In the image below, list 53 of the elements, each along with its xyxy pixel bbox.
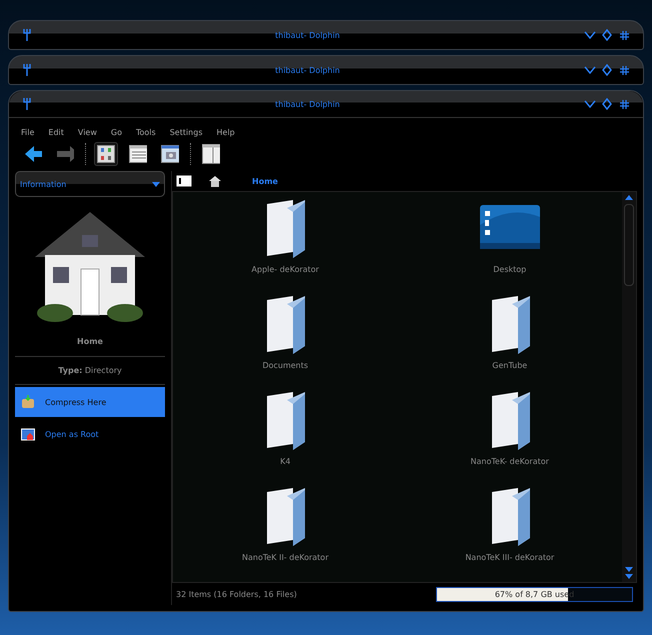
minimize-icon[interactable] bbox=[584, 31, 596, 39]
action-item[interactable]: Compress Here bbox=[15, 387, 165, 417]
file-name[interactable]: Desktop bbox=[493, 265, 526, 274]
file-name[interactable]: NanoTeK II- deKorator bbox=[242, 553, 328, 562]
menu-item[interactable]: Go bbox=[110, 128, 122, 137]
maximize-icon[interactable] bbox=[602, 98, 612, 110]
file-name[interactable]: Apple- deKorator bbox=[252, 265, 319, 274]
desktop-icon bbox=[480, 205, 540, 251]
file-name[interactable]: NanoTeK- deKorator bbox=[470, 457, 549, 466]
close-icon[interactable] bbox=[620, 30, 629, 40]
trident-icon[interactable] bbox=[23, 97, 31, 111]
minimize-icon[interactable] bbox=[584, 100, 596, 108]
scroll-down-icon[interactable] bbox=[625, 567, 633, 579]
item-name: Home bbox=[76, 336, 104, 348]
trident-icon[interactable] bbox=[23, 28, 31, 42]
window-titlebar[interactable]: thibaut- Dolphin bbox=[8, 20, 644, 50]
window-title: thibaut- Dolphin bbox=[274, 66, 341, 74]
menu-item[interactable]: Tools bbox=[136, 128, 156, 137]
trident-icon[interactable] bbox=[23, 63, 31, 77]
scroll-thumb[interactable] bbox=[624, 204, 634, 286]
type-info: Type: Directory bbox=[15, 356, 165, 385]
window-titlebar[interactable]: thibaut- Dolphin bbox=[8, 55, 644, 85]
toggle-icon[interactable] bbox=[176, 175, 192, 187]
scrollbar[interactable] bbox=[622, 192, 636, 582]
file-name[interactable]: GenTube bbox=[492, 361, 528, 370]
menu-item[interactable]: Help bbox=[216, 128, 235, 137]
dropdown-arrow-icon[interactable] bbox=[152, 182, 160, 186]
minimize-icon[interactable] bbox=[584, 66, 596, 74]
maximize-icon[interactable] bbox=[602, 64, 612, 76]
close-icon[interactable] bbox=[620, 66, 629, 74]
split-view-button[interactable] bbox=[199, 142, 223, 166]
home-icon[interactable] bbox=[208, 175, 222, 187]
status-summary: 32 Items (16 Folders, 16 Files) bbox=[176, 590, 297, 598]
scroll-up-icon[interactable] bbox=[625, 195, 633, 200]
maximize-icon[interactable] bbox=[602, 29, 612, 41]
menu-item[interactable]: Settings bbox=[170, 128, 202, 137]
menu-item[interactable]: View bbox=[78, 128, 97, 137]
window-title: thibaut- Dolphin bbox=[274, 100, 341, 108]
close-icon[interactable] bbox=[620, 100, 629, 108]
package-icon bbox=[21, 395, 35, 409]
view-mode-button[interactable] bbox=[158, 142, 182, 166]
panel-dropdown[interactable]: Information bbox=[15, 171, 165, 197]
file-name[interactable]: NanoTeK III- deKorator bbox=[465, 553, 554, 562]
view-mode-button[interactable] bbox=[126, 142, 150, 166]
breadcrumb-link[interactable]: Home bbox=[252, 176, 278, 186]
window-title: thibaut- Dolphin bbox=[274, 30, 341, 40]
action-item[interactable]: Open as Root bbox=[15, 419, 165, 449]
folder-house-icon bbox=[21, 427, 35, 441]
view-mode-button[interactable] bbox=[94, 142, 118, 166]
file-name[interactable]: K4 bbox=[280, 457, 290, 466]
file-name[interactable]: Documents bbox=[262, 361, 308, 370]
menu-item[interactable]: Edit bbox=[48, 128, 64, 137]
menu-item[interactable]: File bbox=[21, 128, 34, 137]
